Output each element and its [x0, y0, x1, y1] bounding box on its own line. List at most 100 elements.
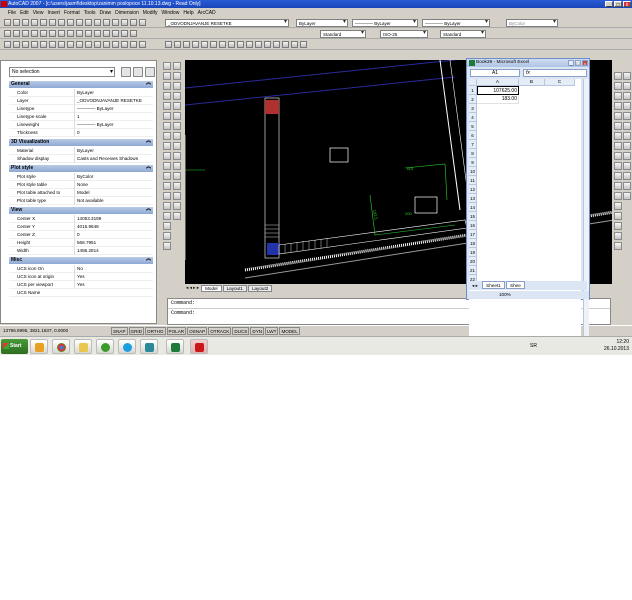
match-layer-icon[interactable] — [31, 30, 38, 37]
textstyle-combo[interactable]: Standard — [320, 30, 366, 38]
property-value[interactable]: 0 — [74, 231, 152, 239]
scale-tool-icon[interactable] — [228, 41, 235, 48]
pan-icon[interactable] — [94, 19, 101, 26]
tab-model[interactable]: Model — [201, 285, 222, 292]
new-icon[interactable] — [4, 19, 11, 26]
property-value[interactable]: No — [74, 265, 152, 273]
layer-on-icon[interactable] — [121, 30, 128, 37]
layer-merge-icon[interactable] — [85, 30, 92, 37]
zoom-icon[interactable] — [103, 19, 110, 26]
row-header[interactable]: 8 — [469, 149, 477, 158]
section-1[interactable]: 3D Visualization — [9, 138, 153, 146]
property-row[interactable]: Layer _ODVODNJAVANJE RESETKE — [9, 97, 153, 105]
dim-continue-icon[interactable] — [614, 172, 622, 180]
tab-sheet1[interactable]: Sheet1 — [482, 281, 505, 289]
snap-insert-icon[interactable] — [623, 152, 631, 160]
erase-icon[interactable] — [173, 62, 181, 70]
dim-update-icon[interactable] — [614, 232, 622, 240]
taskbar-utorrent[interactable] — [96, 339, 114, 354]
cell-a2[interactable]: 183.00 — [477, 95, 519, 104]
cell-a1[interactable]: 107625.00 — [477, 86, 519, 95]
color-combo[interactable]: ByLayer — [296, 19, 348, 27]
excel-close-button[interactable]: x — [582, 60, 588, 66]
stretch-icon[interactable] — [173, 142, 181, 150]
name-box[interactable]: A1 — [470, 69, 520, 77]
polygon-tool-icon[interactable] — [31, 41, 38, 48]
menu-file[interactable]: File — [8, 10, 16, 16]
layer-unlock-icon[interactable] — [103, 30, 110, 37]
clock[interactable]: 12:20 26.10.2013 — [604, 339, 629, 353]
row-header[interactable]: 14 — [469, 203, 477, 212]
select-all-corner[interactable] — [469, 79, 477, 86]
property-value[interactable]: ByLayer — [74, 147, 152, 155]
close-button[interactable]: x — [623, 1, 631, 8]
property-row[interactable]: Shadow display Casts and Receives Shadows — [9, 155, 153, 163]
region-icon[interactable] — [163, 222, 171, 230]
polar-toggle[interactable]: POLAR — [166, 326, 187, 335]
row-header[interactable]: 18 — [469, 239, 477, 248]
taskbar-media-player[interactable] — [30, 339, 48, 354]
dim-radius-icon[interactable] — [614, 112, 622, 120]
quick-select-button[interactable] — [145, 67, 155, 77]
snap-none-icon[interactable] — [623, 182, 631, 190]
row-header[interactable]: 10 — [469, 167, 477, 176]
row-header[interactable]: 19 — [469, 248, 477, 257]
block-icon[interactable] — [163, 182, 171, 190]
fillet-tool-icon[interactable] — [291, 41, 298, 48]
linetype-combo[interactable]: ———— ByLayer — [352, 19, 418, 27]
row-header[interactable]: 3 — [469, 104, 477, 113]
snap-tangent-icon[interactable] — [623, 122, 631, 130]
mtext-tool-icon[interactable] — [139, 41, 146, 48]
copy-tool-icon[interactable] — [174, 41, 181, 48]
rectangle-tool-icon[interactable] — [40, 41, 47, 48]
menu-format[interactable]: Format — [64, 10, 80, 16]
property-value[interactable]: ———— ByLayer — [74, 105, 152, 113]
selection-dropdown[interactable]: No selection — [9, 67, 115, 77]
snap-toggle[interactable]: SNAP — [111, 326, 128, 335]
menu-window[interactable]: Window — [162, 10, 180, 16]
dim-edit-icon[interactable] — [614, 212, 622, 220]
print-icon[interactable] — [31, 19, 38, 26]
dim-style-icon[interactable] — [614, 242, 622, 250]
snap-intersection-icon[interactable] — [623, 92, 631, 100]
preview-icon[interactable] — [40, 19, 47, 26]
menu-arccad[interactable]: ArcCAD — [198, 10, 216, 16]
menu-draw[interactable]: Draw — [99, 10, 111, 16]
dim-aligned-icon[interactable] — [614, 82, 622, 90]
toolpalette-icon[interactable] — [130, 19, 137, 26]
stretch-tool-icon[interactable] — [237, 41, 244, 48]
property-row[interactable]: UCS per viewport Yes — [9, 281, 153, 289]
row-header[interactable]: 20 — [469, 257, 477, 266]
open-icon[interactable] — [13, 19, 20, 26]
layer-walk-icon[interactable] — [76, 30, 83, 37]
row-header[interactable]: 11 — [469, 176, 477, 185]
trim-tool-icon[interactable] — [246, 41, 253, 48]
chamfer-tool-icon[interactable] — [282, 41, 289, 48]
leader-icon[interactable] — [614, 182, 622, 190]
grid-toggle[interactable]: GRID — [128, 326, 144, 335]
hatch-tool-icon[interactable] — [112, 41, 119, 48]
menu-edit[interactable]: Edit — [20, 10, 29, 16]
move-tool-icon[interactable] — [210, 41, 217, 48]
polyline-tool-icon[interactable] — [22, 41, 29, 48]
property-value[interactable]: 14053.3199 — [74, 215, 152, 223]
model-toggle[interactable]: MODEL — [279, 326, 300, 335]
property-row[interactable]: Plot table attached to Model — [9, 189, 153, 197]
table-tool-icon[interactable] — [130, 41, 137, 48]
rotate-icon[interactable] — [173, 122, 181, 130]
row-header[interactable]: 16 — [469, 221, 477, 230]
help-icon[interactable] — [139, 19, 146, 26]
taskbar-explorer[interactable] — [74, 339, 92, 354]
excel-maximize-button[interactable]: □ — [575, 60, 581, 66]
region-tool-icon[interactable] — [121, 41, 128, 48]
property-value[interactable]: ———— ByLayer — [74, 121, 152, 129]
row-header[interactable]: 6 — [469, 131, 477, 140]
taskbar-chrome[interactable] — [52, 339, 70, 354]
property-row[interactable]: Material ByLayer — [9, 147, 153, 155]
save-icon[interactable] — [22, 19, 29, 26]
cut-icon[interactable] — [49, 19, 56, 26]
xline-tool-icon[interactable] — [13, 41, 20, 48]
row-header[interactable]: 17 — [469, 230, 477, 239]
erase-tool-icon[interactable] — [165, 41, 172, 48]
snap-quadrant-icon[interactable] — [623, 112, 631, 120]
